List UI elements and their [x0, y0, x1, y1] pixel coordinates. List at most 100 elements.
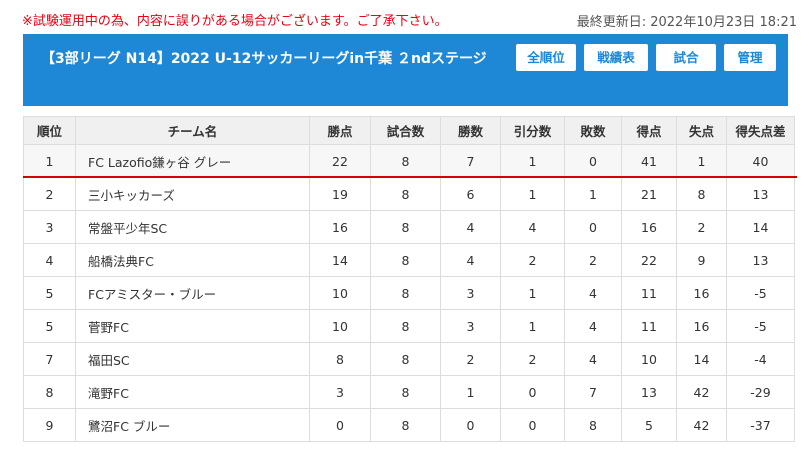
header-team: チーム名: [75, 116, 310, 145]
header-points: 勝点: [309, 116, 371, 145]
rank-cell: 3: [23, 210, 76, 244]
team-name-cell[interactable]: 鷺沼FC ブルー: [75, 408, 310, 442]
header-goals-against: 失点: [676, 116, 727, 145]
league-title: 【3部リーグ N14】2022 U-12サッカーリーグin千葉 ２ndステージ: [41, 51, 487, 67]
team-name-cell[interactable]: 滝野FC: [75, 375, 310, 409]
rank-cell: 8: [23, 375, 76, 409]
header-rank: 順位: [23, 116, 76, 145]
wins-cell: 4: [440, 210, 501, 244]
team-name-cell[interactable]: 常盤平少年SC: [75, 210, 310, 244]
draws-cell: 1: [500, 276, 565, 310]
points-cell: 16: [309, 210, 371, 244]
results-button[interactable]: 戦績表: [584, 44, 648, 71]
goals-for-cell: 16: [621, 210, 677, 244]
table-row: 5 FCアミスター・ブルー 10 8 3 1 4 11 16 -5: [23, 276, 795, 310]
team-name-cell[interactable]: 三小キッカーズ: [75, 177, 310, 211]
losses-cell: 2: [564, 243, 622, 277]
header-played: 試合数: [370, 116, 441, 145]
draws-cell: 1: [500, 309, 565, 343]
points-cell: 22: [309, 144, 371, 178]
table-row: 8 滝野FC 3 8 1 0 7 13 42 -29: [23, 375, 795, 409]
draws-cell: 1: [500, 144, 565, 178]
losses-cell: 4: [564, 276, 622, 310]
rank-cell: 5: [23, 276, 76, 310]
standings-button[interactable]: 全順位: [516, 44, 576, 71]
header-goals-for: 得点: [621, 116, 677, 145]
played-cell: 8: [370, 342, 441, 376]
league-header: 【3部リーグ N14】2022 U-12サッカーリーグin千葉 ２ndステージ …: [23, 34, 788, 106]
goals-for-cell: 11: [621, 309, 677, 343]
table-row: 5 菅野FC 10 8 3 1 4 11 16 -5: [23, 309, 795, 343]
draws-cell: 2: [500, 342, 565, 376]
goal-diff-cell: 13: [726, 243, 795, 277]
goals-against-cell: 2: [676, 210, 727, 244]
rank-cell: 7: [23, 342, 76, 376]
losses-cell: 0: [564, 144, 622, 178]
goals-against-cell: 8: [676, 177, 727, 211]
matches-button[interactable]: 試合: [656, 44, 716, 71]
draws-cell: 0: [500, 375, 565, 409]
manage-button[interactable]: 管理: [724, 44, 776, 71]
points-cell: 10: [309, 276, 371, 310]
points-cell: 14: [309, 243, 371, 277]
wins-cell: 2: [440, 342, 501, 376]
draws-cell: 2: [500, 243, 565, 277]
table-row: 4 船橋法典FC 14 8 4 2 2 22 9 13: [23, 243, 795, 277]
losses-cell: 1: [564, 177, 622, 211]
losses-cell: 8: [564, 408, 622, 442]
goals-for-cell: 41: [621, 144, 677, 178]
losses-cell: 4: [564, 342, 622, 376]
points-cell: 3: [309, 375, 371, 409]
team-name-cell[interactable]: 菅野FC: [75, 309, 310, 343]
table-row: 9 鷺沼FC ブルー 0 8 0 0 8 5 42 -37: [23, 408, 795, 442]
played-cell: 8: [370, 375, 441, 409]
played-cell: 8: [370, 210, 441, 244]
goal-diff-cell: -5: [726, 309, 795, 343]
goal-diff-cell: -37: [726, 408, 795, 442]
goals-against-cell: 42: [676, 408, 727, 442]
team-name-cell[interactable]: 船橋法典FC: [75, 243, 310, 277]
played-cell: 8: [370, 243, 441, 277]
goals-against-cell: 16: [676, 309, 727, 343]
goals-for-cell: 13: [621, 375, 677, 409]
goals-for-cell: 5: [621, 408, 677, 442]
wins-cell: 7: [440, 144, 501, 178]
wins-cell: 6: [440, 177, 501, 211]
points-cell: 10: [309, 309, 371, 343]
draws-cell: 4: [500, 210, 565, 244]
wins-cell: 4: [440, 243, 501, 277]
points-cell: 8: [309, 342, 371, 376]
promotion-divider-line: [23, 176, 797, 178]
goals-for-cell: 11: [621, 276, 677, 310]
goal-diff-cell: 13: [726, 177, 795, 211]
goals-against-cell: 1: [676, 144, 727, 178]
wins-cell: 3: [440, 309, 501, 343]
draws-cell: 0: [500, 408, 565, 442]
draws-cell: 1: [500, 177, 565, 211]
goals-for-cell: 21: [621, 177, 677, 211]
played-cell: 8: [370, 276, 441, 310]
team-name-cell[interactable]: 福田SC: [75, 342, 310, 376]
goals-against-cell: 42: [676, 375, 727, 409]
goal-diff-cell: -29: [726, 375, 795, 409]
last-updated: 最終更新日: 2022年10月23日 18:21: [576, 15, 797, 30]
wins-cell: 0: [440, 408, 501, 442]
rank-cell: 2: [23, 177, 76, 211]
team-name-cell[interactable]: FC Lazofio鎌ヶ谷 グレー: [75, 144, 310, 178]
header-draws: 引分数: [500, 116, 565, 145]
goals-for-cell: 22: [621, 243, 677, 277]
goal-diff-cell: 14: [726, 210, 795, 244]
played-cell: 8: [370, 177, 441, 211]
table-row: 2 三小キッカーズ 19 8 6 1 1 21 8 13: [23, 177, 795, 211]
goals-against-cell: 14: [676, 342, 727, 376]
team-name-cell[interactable]: FCアミスター・ブルー: [75, 276, 310, 310]
goal-diff-cell: -4: [726, 342, 795, 376]
header-losses: 敗数: [564, 116, 622, 145]
points-cell: 0: [309, 408, 371, 442]
rank-cell: 5: [23, 309, 76, 343]
losses-cell: 0: [564, 210, 622, 244]
header-buttons: 全順位 戦績表 試合 管理: [516, 44, 776, 71]
rank-cell: 1: [23, 144, 76, 178]
goal-diff-cell: 40: [726, 144, 795, 178]
losses-cell: 7: [564, 375, 622, 409]
